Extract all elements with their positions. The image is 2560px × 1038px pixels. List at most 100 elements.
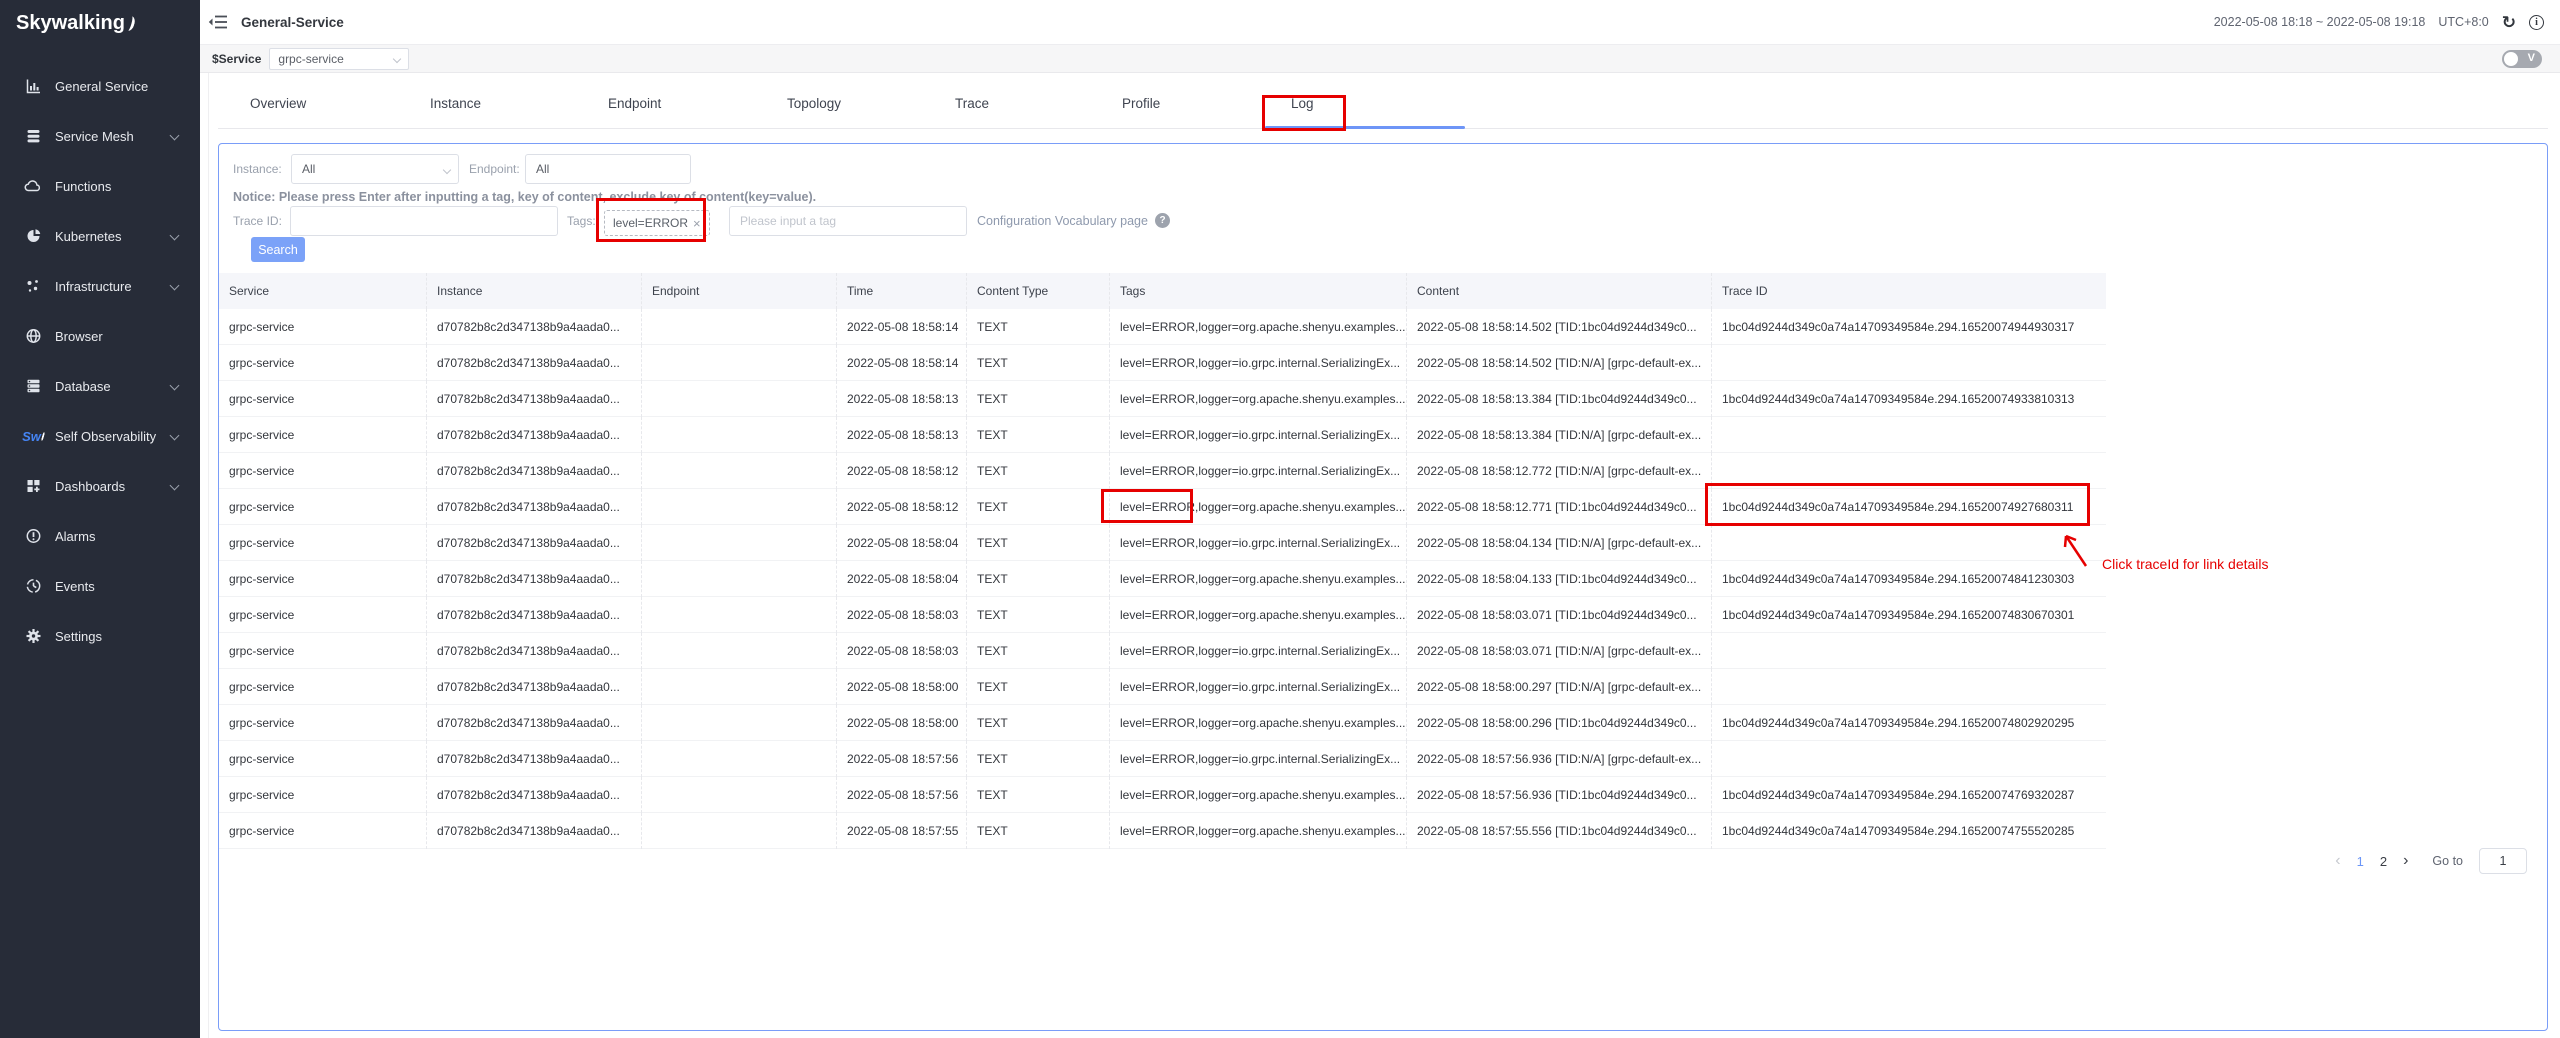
sidebar-item-service-mesh[interactable]: Service Mesh xyxy=(0,116,200,156)
pagination-prev-icon[interactable]: ‹ xyxy=(2335,852,2340,870)
server-stack-icon xyxy=(24,378,42,395)
endpoint-filter-label: Endpoint: xyxy=(469,154,520,184)
topbar-right: 2022-05-08 18:18 ~ 2022-05-08 19:18 UTC+… xyxy=(2214,14,2544,31)
log-table-row[interactable]: grpc-serviced70782b8c2d347138b9a4aada0..… xyxy=(219,489,2106,525)
cell-instance: d70782b8c2d347138b9a4aada0... xyxy=(426,453,641,489)
help-icon[interactable]: ? xyxy=(1155,213,1170,228)
log-table-row[interactable]: grpc-serviced70782b8c2d347138b9a4aada0..… xyxy=(219,381,2106,417)
tag-chip-value: level=ERROR xyxy=(613,216,688,230)
tab-instance[interactable]: Instance xyxy=(430,96,481,111)
cell-content-type: TEXT xyxy=(966,309,1109,345)
cell-instance: d70782b8c2d347138b9a4aada0... xyxy=(426,777,641,813)
sidebar-item-self-observability[interactable]: SwSelf Observability xyxy=(0,416,200,456)
log-table-row[interactable]: grpc-serviced70782b8c2d347138b9a4aada0..… xyxy=(219,741,2106,777)
log-table-row[interactable]: grpc-serviced70782b8c2d347138b9a4aada0..… xyxy=(219,345,2106,381)
cell-tags: level=ERROR,logger=io.grpc.internal.Seri… xyxy=(1109,417,1406,453)
trace-id-link[interactable]: 1bc04d9244d349c0a74a14709349584e.294.165… xyxy=(1711,489,2106,525)
log-table-row[interactable]: grpc-serviced70782b8c2d347138b9a4aada0..… xyxy=(219,525,2106,561)
sidebar-item-alarms[interactable]: Alarms xyxy=(0,516,200,556)
refresh-icon[interactable]: ↻ xyxy=(2502,14,2516,31)
log-table-row[interactable]: grpc-serviced70782b8c2d347138b9a4aada0..… xyxy=(219,777,2106,813)
cell-content: 2022-05-08 18:58:04.134 [TID:N/A] [grpc-… xyxy=(1406,525,1711,561)
sidebar-item-settings[interactable]: Settings xyxy=(0,616,200,656)
log-table-row[interactable]: grpc-serviced70782b8c2d347138b9a4aada0..… xyxy=(219,597,2106,633)
sidebar-item-general-service[interactable]: General Service xyxy=(0,66,200,106)
instance-select[interactable]: All xyxy=(291,154,459,184)
trace-id-input[interactable] xyxy=(291,207,557,235)
tab-profile[interactable]: Profile xyxy=(1122,96,1160,111)
trace-id-link[interactable]: 1bc04d9244d349c0a74a14709349584e.294.165… xyxy=(1711,381,2106,417)
sidebar-item-infrastructure[interactable]: Infrastructure xyxy=(0,266,200,306)
column-header-instance: Instance xyxy=(426,273,641,309)
search-button[interactable]: Search xyxy=(251,237,305,262)
tag-input[interactable] xyxy=(730,207,966,235)
cell-time: 2022-05-08 18:58:04 xyxy=(836,525,966,561)
pagination: ‹ 1 2 › Go to xyxy=(2335,846,2527,876)
log-table-row[interactable]: grpc-serviced70782b8c2d347138b9a4aada0..… xyxy=(219,813,2106,849)
cell-endpoint xyxy=(641,777,836,813)
tab-topology[interactable]: Topology xyxy=(787,96,841,111)
pagination-goto-label: Go to xyxy=(2432,854,2463,868)
version-toggle[interactable]: V xyxy=(2502,50,2542,68)
cell-content-type: TEXT xyxy=(966,777,1109,813)
cell-endpoint xyxy=(641,813,836,849)
log-table-row[interactable]: grpc-serviced70782b8c2d347138b9a4aada0..… xyxy=(219,453,2106,489)
cell-service: grpc-service xyxy=(219,561,426,597)
cell-content-type: TEXT xyxy=(966,489,1109,525)
filter-notice: Notice: Please press Enter after inputti… xyxy=(233,190,816,204)
cell-content: 2022-05-08 18:58:12.772 [TID:N/A] [grpc-… xyxy=(1406,453,1711,489)
cell-content-type: TEXT xyxy=(966,669,1109,705)
sidebar-item-kubernetes[interactable]: Kubernetes xyxy=(0,216,200,256)
layers-icon xyxy=(24,128,42,145)
sidebar-item-label: Dashboards xyxy=(55,479,125,494)
tag-chip[interactable]: level=ERROR × xyxy=(604,210,710,236)
log-table-row[interactable]: grpc-serviced70782b8c2d347138b9a4aada0..… xyxy=(219,561,2106,597)
log-table-row[interactable]: grpc-serviced70782b8c2d347138b9a4aada0..… xyxy=(219,417,2106,453)
sidebar-item-events[interactable]: Events xyxy=(0,566,200,606)
chevron-down-icon xyxy=(393,54,401,62)
trace-id-link[interactable]: 1bc04d9244d349c0a74a14709349584e.294.165… xyxy=(1711,309,2106,345)
time-range-picker[interactable]: 2022-05-08 18:18 ~ 2022-05-08 19:18 xyxy=(2214,15,2426,29)
log-table-row[interactable]: grpc-serviced70782b8c2d347138b9a4aada0..… xyxy=(219,309,2106,345)
tab-trace[interactable]: Trace xyxy=(955,96,989,111)
service-select[interactable]: grpc-service xyxy=(269,48,409,70)
trace-id-link[interactable]: 1bc04d9244d349c0a74a14709349584e.294.165… xyxy=(1711,597,2106,633)
trace-id-link[interactable]: 1bc04d9244d349c0a74a14709349584e.294.165… xyxy=(1711,705,2106,741)
tab-log[interactable]: Log xyxy=(1291,96,1314,111)
pagination-goto-input[interactable] xyxy=(2479,848,2527,874)
dashboard-grid-icon xyxy=(24,478,42,495)
cell-content: 2022-05-08 18:58:03.071 [TID:N/A] [grpc-… xyxy=(1406,633,1711,669)
pagination-page-2[interactable]: 2 xyxy=(2380,854,2387,869)
log-table-row[interactable]: grpc-serviced70782b8c2d347138b9a4aada0..… xyxy=(219,669,2106,705)
endpoint-input[interactable] xyxy=(526,155,690,183)
cloud-icon xyxy=(24,178,42,195)
tab-overview[interactable]: Overview xyxy=(250,96,306,111)
trace-id-link[interactable]: 1bc04d9244d349c0a74a14709349584e.294.165… xyxy=(1711,561,2106,597)
log-table-row[interactable]: grpc-serviced70782b8c2d347138b9a4aada0..… xyxy=(219,633,2106,669)
sidebar-item-dashboards[interactable]: Dashboards xyxy=(0,466,200,506)
log-table-row[interactable]: grpc-serviced70782b8c2d347138b9a4aada0..… xyxy=(219,705,2106,741)
sidebar-item-browser[interactable]: Browser xyxy=(0,316,200,356)
sidebar-item-functions[interactable]: Functions xyxy=(0,166,200,206)
cell-time: 2022-05-08 18:58:14 xyxy=(836,309,966,345)
cell-content-type: TEXT xyxy=(966,705,1109,741)
pagination-page-1[interactable]: 1 xyxy=(2357,854,2364,869)
timezone-label[interactable]: UTC+8:0 xyxy=(2438,15,2488,29)
sidebar-item-label: Database xyxy=(55,379,111,394)
vocabulary-link[interactable]: Configuration Vocabulary page xyxy=(977,206,1148,236)
cell-content: 2022-05-08 18:58:13.384 [TID:1bc04d9244d… xyxy=(1406,381,1711,417)
instance-select-value: All xyxy=(302,162,315,176)
instance-filter-label: Instance: xyxy=(233,154,282,184)
trace-id-link[interactable]: 1bc04d9244d349c0a74a14709349584e.294.165… xyxy=(1711,813,2106,849)
cell-content: 2022-05-08 18:58:00.297 [TID:N/A] [grpc-… xyxy=(1406,669,1711,705)
collapse-sidebar-icon[interactable] xyxy=(208,13,228,31)
tab-endpoint[interactable]: Endpoint xyxy=(608,96,661,111)
cell-trace-id xyxy=(1711,417,2106,453)
info-icon[interactable]: i xyxy=(2529,15,2544,30)
remove-tag-icon[interactable]: × xyxy=(693,216,701,231)
pagination-next-icon[interactable]: › xyxy=(2403,852,2408,870)
trace-id-link[interactable]: 1bc04d9244d349c0a74a14709349584e.294.165… xyxy=(1711,777,2106,813)
cell-endpoint xyxy=(641,597,836,633)
cell-trace-id xyxy=(1711,741,2106,777)
sidebar-item-database[interactable]: Database xyxy=(0,366,200,406)
